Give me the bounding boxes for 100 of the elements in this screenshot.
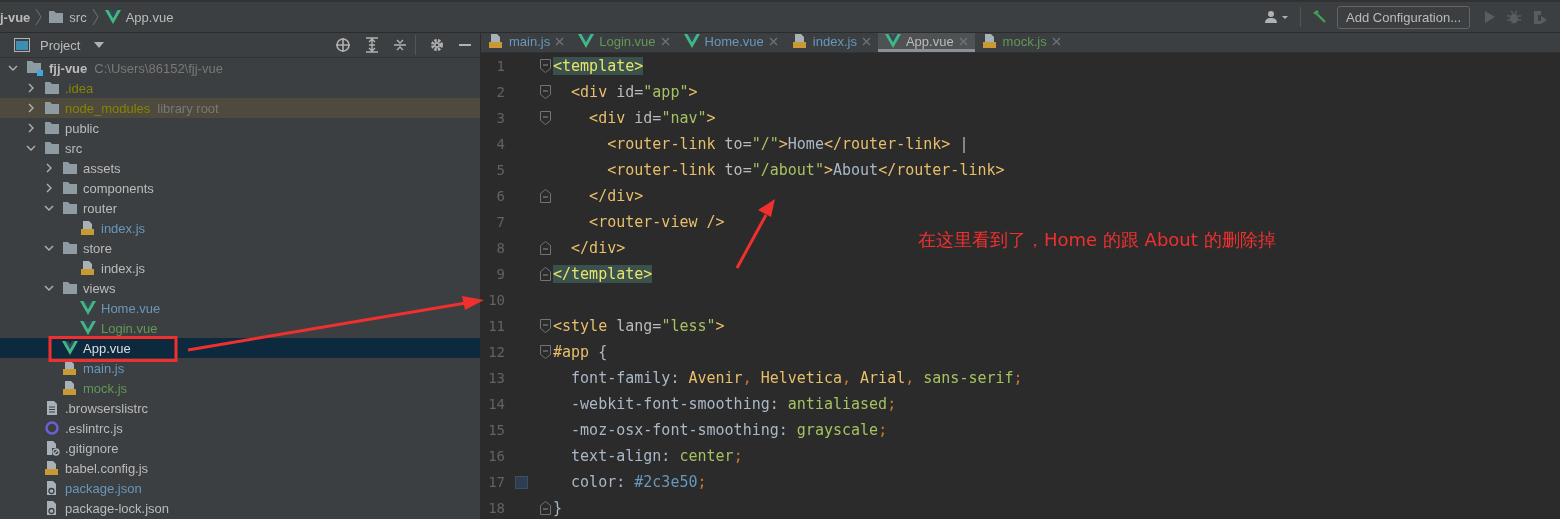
tree-item[interactable]: .browserslistrc: [0, 398, 480, 418]
fold-marker-icon[interactable]: [539, 85, 551, 99]
folder-icon: [44, 121, 60, 135]
breadcrumb-item[interactable]: j-vue: [0, 9, 31, 25]
chevron-down-icon[interactable]: [8, 63, 18, 73]
js-file-icon: [62, 380, 78, 396]
tree-item[interactable]: src: [0, 138, 480, 158]
tree-item[interactable]: App.vue: [0, 338, 480, 358]
code-line: color: #2c3e50;: [570, 473, 707, 491]
folder-icon: [62, 281, 78, 295]
chevron-down-icon[interactable]: [44, 243, 54, 253]
ignore-file-icon: [44, 440, 60, 456]
js-file-icon: [62, 360, 78, 376]
eslint-icon: [44, 420, 60, 436]
folder-icon: [62, 161, 78, 175]
close-icon[interactable]: [768, 36, 778, 46]
tree-item[interactable]: .gitignore: [0, 438, 480, 458]
locate-icon[interactable]: [335, 37, 351, 53]
code-line: text-align: center;: [570, 447, 743, 465]
editor-tab[interactable]: Login.vue: [571, 33, 677, 52]
folder-icon: [44, 101, 60, 115]
vue-icon: [884, 34, 901, 48]
run-icon[interactable]: [1484, 10, 1496, 24]
editor-tab[interactable]: App.vue: [877, 33, 975, 52]
code-line: </div>: [570, 239, 626, 257]
chevron-down-icon[interactable]: [44, 283, 54, 293]
editor-tab[interactable]: index.js: [784, 33, 878, 52]
hammer-icon[interactable]: [1311, 9, 1328, 25]
fold-marker-icon[interactable]: [539, 345, 551, 359]
add-configuration-button[interactable]: Add Configuration...: [1337, 5, 1470, 29]
vue-icon: [104, 10, 121, 24]
tree-item[interactable]: package-lock.json: [0, 498, 480, 518]
close-icon[interactable]: [861, 36, 871, 46]
editor-tab[interactable]: Home.vue: [676, 33, 785, 52]
fold-marker-icon[interactable]: [539, 59, 551, 73]
tree-item[interactable]: router: [0, 198, 480, 218]
line-number: 18: [487, 500, 505, 516]
tree-item[interactable]: public: [0, 118, 480, 138]
editor-tab[interactable]: main.js: [481, 33, 572, 52]
tree-item[interactable]: index.js: [0, 258, 480, 278]
code-line: }: [553, 499, 563, 517]
coverage-icon[interactable]: [1532, 9, 1548, 25]
collapse-all-icon[interactable]: [393, 37, 407, 53]
user-icon[interactable]: [1264, 10, 1291, 24]
annotation-note: 在这里看到了，Home 的跟 About 的删除掉: [918, 228, 1276, 252]
expand-all-icon[interactable]: [365, 37, 379, 53]
breadcrumb-item[interactable]: App.vue: [125, 9, 174, 25]
close-icon[interactable]: [660, 36, 670, 46]
folder-icon: [62, 241, 78, 255]
tree-item[interactable]: .eslintrc.js: [0, 418, 480, 438]
breadcrumb-item[interactable]: src: [69, 9, 87, 25]
js-file-icon: [80, 220, 96, 236]
project-window-icon: [14, 38, 30, 52]
fold-marker-icon[interactable]: [539, 189, 551, 203]
line-number: 9: [495, 266, 505, 282]
tree-item[interactable]: Home.vue: [0, 298, 480, 318]
bug-icon[interactable]: [1506, 9, 1522, 25]
fold-marker-icon[interactable]: [539, 267, 551, 281]
tree-item[interactable]: views: [0, 278, 480, 298]
code-line: -webkit-font-smoothing: antialiased;: [570, 395, 897, 413]
tree-item[interactable]: Login.vue: [0, 318, 480, 338]
tree-item[interactable]: store: [0, 238, 480, 258]
line-number: 4: [495, 136, 505, 152]
line-number: 8: [495, 240, 505, 256]
chevron-down-icon[interactable]: [44, 203, 54, 213]
js-file-icon: [488, 33, 504, 49]
tree-item[interactable]: components: [0, 178, 480, 198]
module-folder-icon: [26, 60, 44, 76]
fold-marker-icon[interactable]: [539, 501, 551, 515]
vue-icon: [683, 34, 700, 48]
fold-marker-icon[interactable]: [539, 111, 551, 125]
js-file-icon: [80, 260, 96, 276]
close-icon[interactable]: [555, 36, 565, 46]
chevron-icon: [91, 8, 100, 26]
line-number: 1: [495, 58, 505, 74]
tree-item[interactable]: mock.js: [0, 378, 480, 398]
folder-icon: [44, 141, 60, 155]
line-number: 10: [487, 292, 505, 308]
fold-marker-icon[interactable]: [539, 241, 551, 255]
line-number: 14: [487, 396, 505, 412]
line-number: 12: [487, 344, 505, 360]
tree-item[interactable]: package.json: [0, 478, 480, 498]
tree-item[interactable]: main.js: [0, 358, 480, 378]
arrow: [735, 199, 775, 269]
close-icon[interactable]: [1051, 36, 1061, 46]
tree-item[interactable]: assets: [0, 158, 480, 178]
panel-title[interactable]: Project: [40, 37, 81, 53]
tree-item[interactable]: babel.config.js: [0, 458, 480, 478]
folder-icon: [62, 201, 78, 215]
folder-icon: [62, 181, 78, 195]
settings-icon[interactable]: [430, 38, 444, 52]
editor-tab[interactable]: mock.js: [974, 33, 1068, 52]
fold-marker-icon[interactable]: [539, 319, 551, 333]
close-icon[interactable]: [958, 36, 968, 46]
caret-icon[interactable]: [94, 42, 105, 48]
chevron-down-icon[interactable]: [26, 143, 36, 153]
vue-icon: [62, 341, 78, 355]
tree-item[interactable]: fjj-vue C:\Users\86152\fjj-vue: [0, 58, 480, 78]
tree-item[interactable]: index.js: [0, 218, 480, 238]
code-line: font-family: Avenir, Helvetica, Arial, sans-serif;: [570, 369, 1023, 387]
